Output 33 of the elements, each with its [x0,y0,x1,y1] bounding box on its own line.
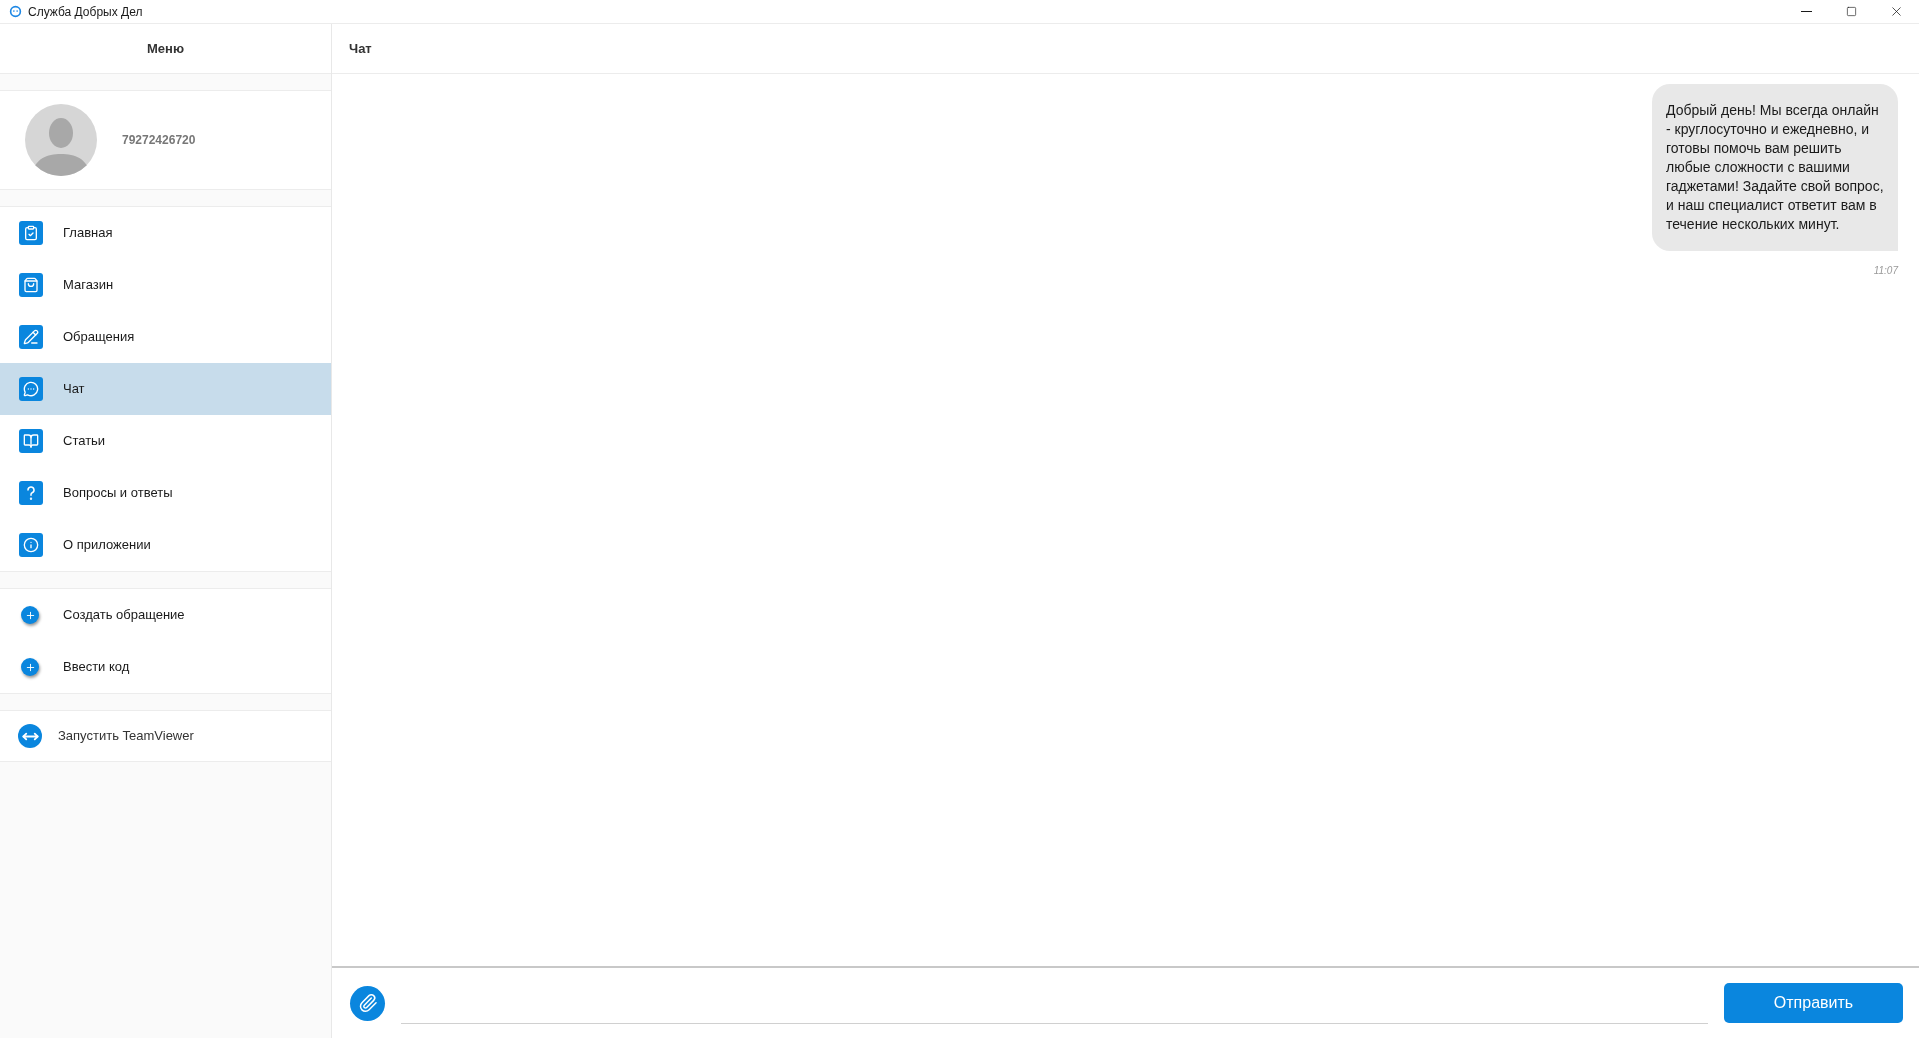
nav-label: Вопросы и ответы [63,484,173,503]
chat-title: Чат [349,39,372,58]
window-title: Служба Добрых Дел [28,3,143,21]
clipboard-icon [19,221,43,245]
question-mark-icon [19,481,43,505]
book-icon [19,429,43,453]
maximize-icon [1846,6,1857,17]
plus-icon [21,606,39,624]
message-bubble: Добрый день! Мы всегда онлайн - круглосуточно и ежедневно, и готовы помочь вам решить любые сложности с вашими гаджетами! Задайте свой вопрос, и наш специалист ответит вам в течение нескольких минут. [1652,84,1898,251]
nav-label: Чат [63,380,85,399]
send-button[interactable]: Отправить [1724,983,1903,1023]
shopping-bag-icon [19,273,43,297]
plus-icon [21,658,39,676]
teamviewer-link[interactable]: Запустить TeamViewer [58,726,194,746]
pencil-icon [19,325,43,349]
nav-item[interactable]: Чат [0,363,331,415]
nav-label: Статьи [63,432,106,451]
nav-label: Магазин [63,276,114,295]
nav-label: Главная [63,224,113,243]
attach-button[interactable] [350,985,385,1021]
close-icon [1889,4,1904,19]
phone-number: 79272426720 [122,132,196,149]
sidebar-title: Меню [147,39,184,58]
paperclip-icon [357,993,378,1013]
action-link[interactable]: Создать обращение [63,605,185,625]
message-time: 11:07 [1873,264,1898,278]
nav-label: Обращения [63,328,135,347]
chat-bubble-icon [19,377,43,401]
app-logo-icon [9,5,22,18]
nav-label: О приложении [63,536,151,555]
action-link[interactable]: Ввести код [63,657,130,677]
minimize-icon [1801,11,1812,12]
info-icon [19,533,43,557]
